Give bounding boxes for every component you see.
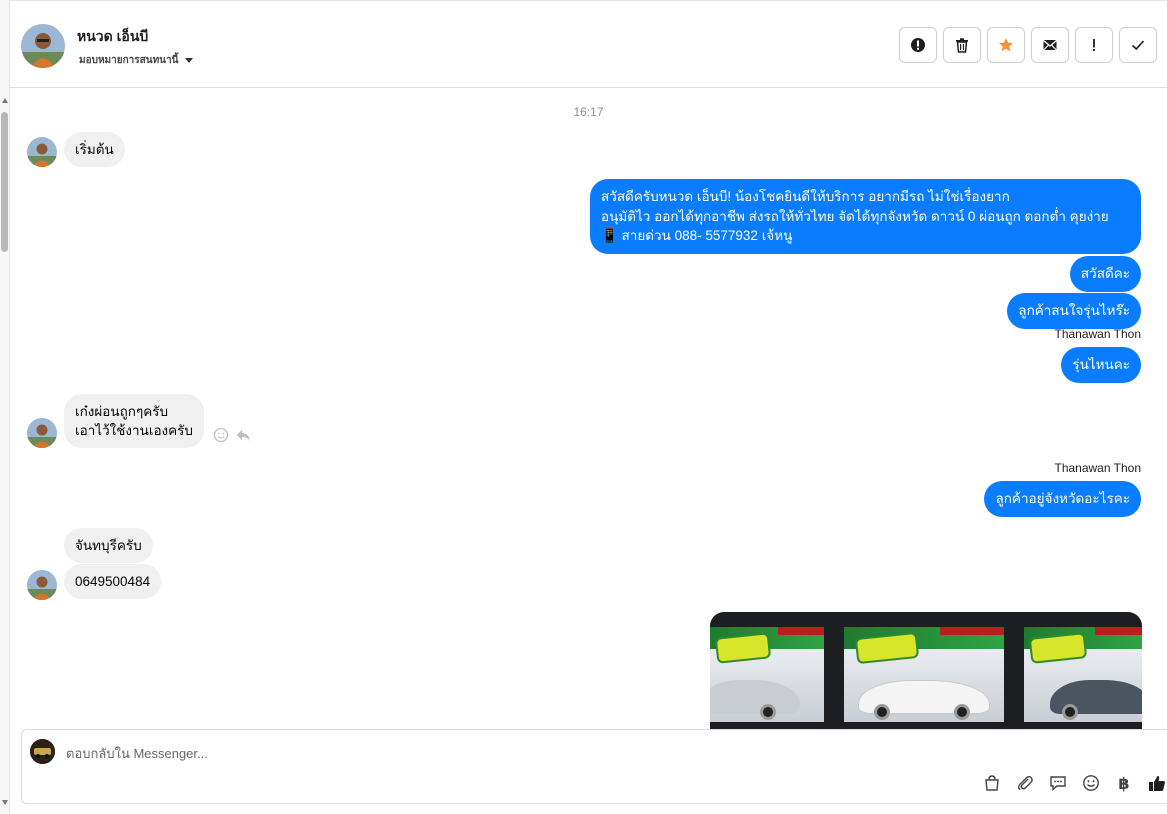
scrollbar[interactable] bbox=[0, 0, 10, 814]
contact-avatar-small[interactable] bbox=[27, 418, 57, 448]
sender-name: Thanawan Thon bbox=[1054, 461, 1141, 475]
contact-avatar[interactable] bbox=[21, 24, 65, 68]
car-card[interactable] bbox=[844, 627, 1004, 722]
messenger-conversation: หนวด เอ็นบี มอบหมายการสนทนานี้ 16:17 เริ… bbox=[0, 0, 1167, 814]
car-card[interactable] bbox=[710, 627, 824, 722]
car-wheel bbox=[760, 704, 776, 720]
incoming-message[interactable]: 0649500484 bbox=[64, 564, 162, 599]
assign-label: มอบหมายการสนทนานี้ bbox=[79, 55, 179, 66]
scroll-up-arrow-icon[interactable] bbox=[2, 98, 8, 103]
incoming-message[interactable]: จันทบุรีครับ bbox=[64, 528, 153, 563]
car-wheel bbox=[954, 704, 970, 720]
mark-done-button[interactable] bbox=[1119, 27, 1157, 63]
conversation-header: หนวด เอ็นบี มอบหมายการสนทนานี้ bbox=[10, 0, 1167, 88]
contact-avatar-small[interactable] bbox=[27, 137, 57, 167]
delete-button[interactable] bbox=[943, 27, 981, 63]
baht-icon[interactable]: ฿ bbox=[1114, 773, 1134, 793]
reply-input[interactable] bbox=[66, 742, 966, 764]
like-icon[interactable] bbox=[1147, 773, 1167, 793]
reply-icon[interactable] bbox=[235, 427, 251, 443]
envelope-icon bbox=[1043, 40, 1057, 51]
mark-unread-button[interactable] bbox=[1031, 27, 1069, 63]
saved-reply-icon[interactable] bbox=[1048, 773, 1068, 793]
composer-tools: ฿ bbox=[982, 773, 1167, 793]
car-wheel bbox=[874, 704, 890, 720]
star-button[interactable] bbox=[987, 27, 1025, 63]
exclamation-icon bbox=[1093, 39, 1095, 51]
react-emoji-icon[interactable] bbox=[213, 427, 229, 443]
incoming-message[interactable]: เก๋งผ่อนถูกๆครับ เอาไว้ใช้งานเองครับ bbox=[64, 394, 204, 448]
header-actions bbox=[899, 27, 1157, 63]
page-avatar bbox=[30, 739, 55, 764]
incoming-message[interactable]: เริ่มต้น bbox=[64, 132, 125, 167]
outgoing-message[interactable]: ลูกค้าอยู่จังหวัดอะไรคะ bbox=[984, 481, 1141, 517]
checkmark-icon bbox=[1131, 40, 1145, 51]
trash-icon bbox=[956, 38, 968, 53]
car-card[interactable] bbox=[1024, 627, 1142, 722]
scroll-thumb[interactable] bbox=[1, 112, 8, 252]
outgoing-message[interactable]: สวัสดีคะ bbox=[1069, 256, 1141, 292]
outgoing-message[interactable]: ลูกค้าสนใจรุ่นไหร๊ะ bbox=[1007, 293, 1141, 329]
report-spam-button[interactable] bbox=[899, 27, 937, 63]
bag-icon[interactable] bbox=[982, 773, 1002, 793]
reply-composer: ฿ bbox=[21, 729, 1167, 804]
paperclip-icon[interactable] bbox=[1015, 773, 1035, 793]
mark-important-button[interactable] bbox=[1075, 27, 1113, 63]
car-image-carousel[interactable] bbox=[710, 612, 1142, 729]
sender-name: Thanawan Thon bbox=[1054, 327, 1141, 341]
emoji-icon[interactable] bbox=[1081, 773, 1101, 793]
message-tools bbox=[213, 427, 251, 443]
scroll-down-arrow-icon[interactable] bbox=[2, 800, 8, 805]
message-thread[interactable]: 16:17 เริ่มต้น สวัสดีครับหนวด เอ็นบี! น้… bbox=[10, 89, 1167, 729]
star-icon bbox=[999, 38, 1013, 52]
outgoing-message[interactable]: รุ่นไหนคะ bbox=[1061, 347, 1141, 383]
contact-name[interactable]: หนวด เอ็นบี bbox=[77, 26, 148, 48]
assign-conversation-dropdown[interactable]: มอบหมายการสนทนานี้ bbox=[79, 53, 194, 68]
message-timestamp: 16:17 bbox=[573, 105, 604, 119]
baht-symbol: ฿ bbox=[1118, 773, 1130, 793]
caret-down-icon bbox=[185, 58, 194, 63]
outgoing-message[interactable]: สวัสดีครับหนวด เอ็นบี! น้องโชคยินดีให้บร… bbox=[590, 179, 1141, 254]
exclamation-circle-icon bbox=[911, 38, 925, 52]
contact-avatar-small[interactable] bbox=[27, 570, 57, 600]
car-wheel bbox=[1062, 704, 1078, 720]
